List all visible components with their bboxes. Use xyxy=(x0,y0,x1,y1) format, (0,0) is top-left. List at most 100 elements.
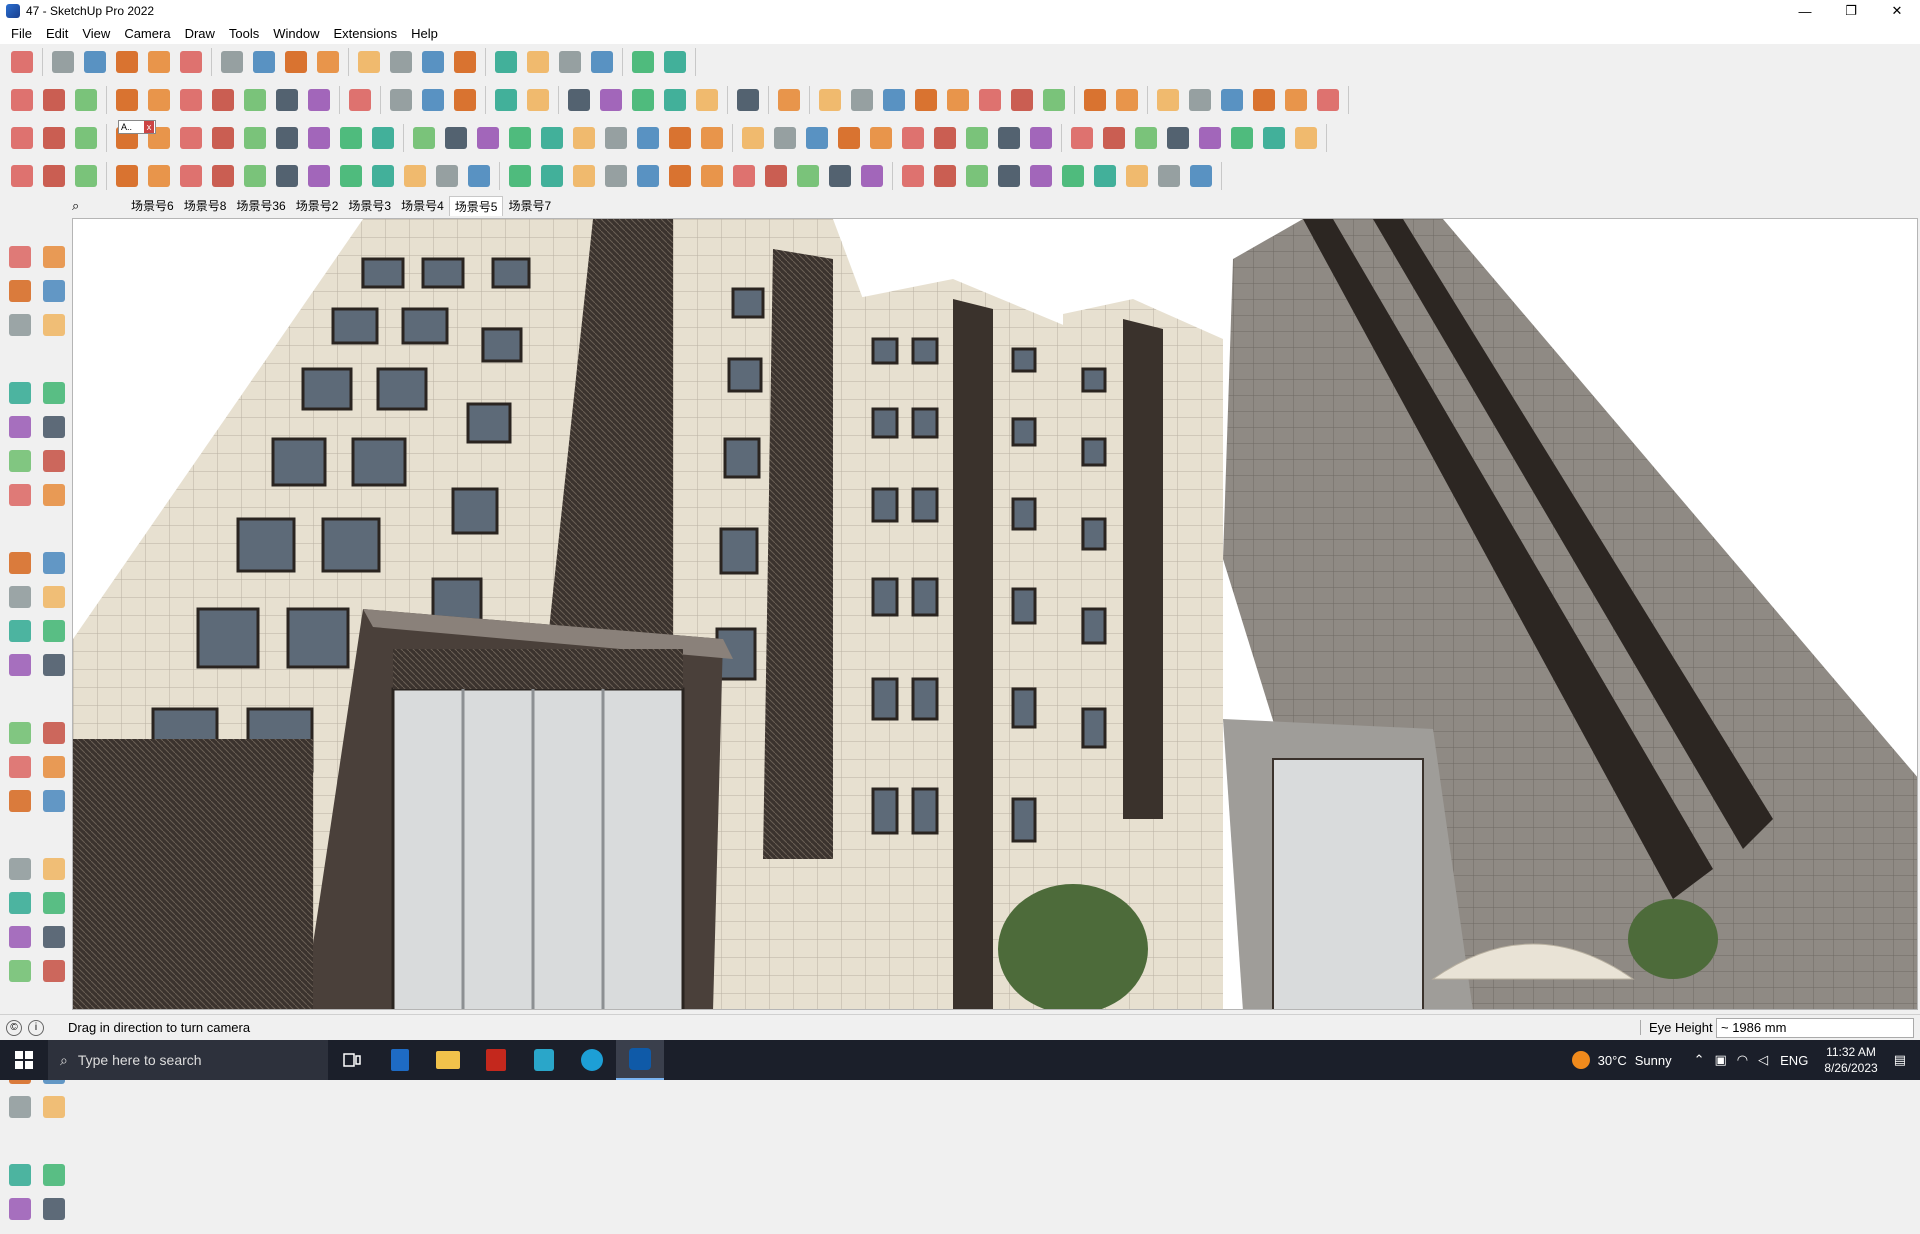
tool-icon[interactable] xyxy=(880,85,908,115)
left-tool-icon[interactable] xyxy=(37,920,71,954)
tool-icon[interactable] xyxy=(337,123,365,153)
tool-icon[interactable] xyxy=(492,85,520,115)
left-tool-icon[interactable] xyxy=(3,1192,37,1226)
volume-icon[interactable]: ◁ xyxy=(1758,1052,1768,1068)
tool-icon[interactable] xyxy=(305,161,333,191)
left-tool-icon[interactable] xyxy=(37,886,71,920)
left-tool-icon[interactable] xyxy=(37,410,71,444)
menu-draw[interactable]: Draw xyxy=(178,26,222,41)
tool-icon[interactable] xyxy=(588,47,616,77)
tool-icon[interactable] xyxy=(113,161,141,191)
scene-tab[interactable]: 场景号36 xyxy=(231,196,290,216)
left-tool-icon[interactable] xyxy=(37,240,71,274)
tool-icon[interactable] xyxy=(634,123,662,153)
tool-icon[interactable] xyxy=(524,85,552,115)
model-viewport[interactable] xyxy=(72,218,1918,1010)
tool-icon[interactable] xyxy=(305,123,333,153)
left-tool-icon[interactable] xyxy=(3,308,37,342)
left-tool-icon[interactable] xyxy=(3,648,37,682)
menu-extensions[interactable]: Extensions xyxy=(327,26,405,41)
tool-icon[interactable] xyxy=(570,161,598,191)
wifi-icon[interactable]: ◠ xyxy=(1737,1052,1748,1068)
menu-view[interactable]: View xyxy=(75,26,117,41)
tool-icon[interactable] xyxy=(369,123,397,153)
tool-icon[interactable] xyxy=(387,85,415,115)
left-tool-icon[interactable] xyxy=(37,1090,71,1124)
left-tool-icon[interactable] xyxy=(3,410,37,444)
tool-icon[interactable] xyxy=(1081,85,1109,115)
tool-icon[interactable] xyxy=(597,85,625,115)
tool-icon[interactable] xyxy=(666,123,694,153)
app-button[interactable] xyxy=(520,1040,568,1080)
tool-icon[interactable] xyxy=(177,85,205,115)
tool-icon[interactable] xyxy=(976,85,1004,115)
tool-icon[interactable] xyxy=(867,123,895,153)
left-tool-icon[interactable] xyxy=(3,478,37,512)
tool-icon[interactable] xyxy=(314,47,342,77)
taskbar-search-input[interactable]: ⌕ Type here to search xyxy=(48,1040,328,1080)
tool-icon[interactable] xyxy=(1068,123,1096,153)
tool-icon[interactable] xyxy=(1164,123,1192,153)
tool-icon[interactable] xyxy=(556,47,584,77)
tool-icon[interactable] xyxy=(49,47,77,77)
left-tool-icon[interactable] xyxy=(37,716,71,750)
left-tool-icon[interactable] xyxy=(37,444,71,478)
left-tool-icon[interactable] xyxy=(3,274,37,308)
tool-icon[interactable] xyxy=(419,85,447,115)
tool-icon[interactable] xyxy=(693,85,721,115)
left-tool-icon[interactable] xyxy=(3,1090,37,1124)
left-tool-icon[interactable] xyxy=(37,308,71,342)
left-tool-icon[interactable] xyxy=(3,784,37,818)
tool-icon[interactable] xyxy=(661,85,689,115)
tool-icon[interactable] xyxy=(634,161,662,191)
sketchup-taskbar-button[interactable] xyxy=(616,1040,664,1080)
tool-icon[interactable] xyxy=(1186,85,1214,115)
tool-icon[interactable] xyxy=(273,161,301,191)
tool-icon[interactable] xyxy=(912,85,940,115)
tool-icon[interactable] xyxy=(963,161,991,191)
tool-icon[interactable] xyxy=(401,161,429,191)
tool-icon[interactable] xyxy=(1260,123,1288,153)
tool-icon[interactable] xyxy=(273,123,301,153)
tool-icon[interactable] xyxy=(762,161,790,191)
tool-icon[interactable] xyxy=(1091,161,1119,191)
tool-icon[interactable] xyxy=(858,161,886,191)
tool-icon[interactable] xyxy=(113,85,141,115)
tool-icon[interactable] xyxy=(113,47,141,77)
tool-icon[interactable] xyxy=(899,123,927,153)
tool-icon[interactable] xyxy=(931,161,959,191)
tool-icon[interactable] xyxy=(1282,85,1310,115)
tool-icon[interactable] xyxy=(1132,123,1160,153)
menu-file[interactable]: File xyxy=(4,26,39,41)
tool-icon[interactable] xyxy=(282,47,310,77)
tool-icon[interactable] xyxy=(666,161,694,191)
left-tool-icon[interactable] xyxy=(3,580,37,614)
tool-icon[interactable] xyxy=(433,161,461,191)
maximize-button[interactable]: ❐ xyxy=(1828,0,1874,22)
tool-icon[interactable] xyxy=(506,123,534,153)
tool-icon[interactable] xyxy=(629,85,657,115)
left-tool-icon[interactable] xyxy=(37,750,71,784)
tool-icon[interactable] xyxy=(1059,161,1087,191)
left-tool-icon[interactable] xyxy=(3,750,37,784)
tool-icon[interactable] xyxy=(72,85,100,115)
tool-icon[interactable] xyxy=(1292,123,1320,153)
left-tool-icon[interactable] xyxy=(37,546,71,580)
tool-icon[interactable] xyxy=(419,47,447,77)
instructor-info-icon[interactable]: i xyxy=(28,1019,44,1036)
menu-edit[interactable]: Edit xyxy=(39,26,75,41)
scene-tab[interactable]: 场景号6 xyxy=(126,196,179,216)
menu-help[interactable]: Help xyxy=(404,26,445,41)
tool-icon[interactable] xyxy=(944,85,972,115)
left-tool-icon[interactable] xyxy=(37,648,71,682)
scene-tab[interactable]: 场景号4 xyxy=(396,196,449,216)
tool-icon[interactable] xyxy=(963,123,991,153)
tool-icon[interactable] xyxy=(1008,85,1036,115)
tool-icon[interactable] xyxy=(81,47,109,77)
file-explorer-button[interactable] xyxy=(424,1040,472,1080)
tool-icon[interactable] xyxy=(145,47,173,77)
tool-icon[interactable] xyxy=(1027,123,1055,153)
left-tool-icon[interactable] xyxy=(37,376,71,410)
left-tool-icon[interactable] xyxy=(37,784,71,818)
measurements-input[interactable]: ~ 1986 mm xyxy=(1716,1017,1914,1038)
